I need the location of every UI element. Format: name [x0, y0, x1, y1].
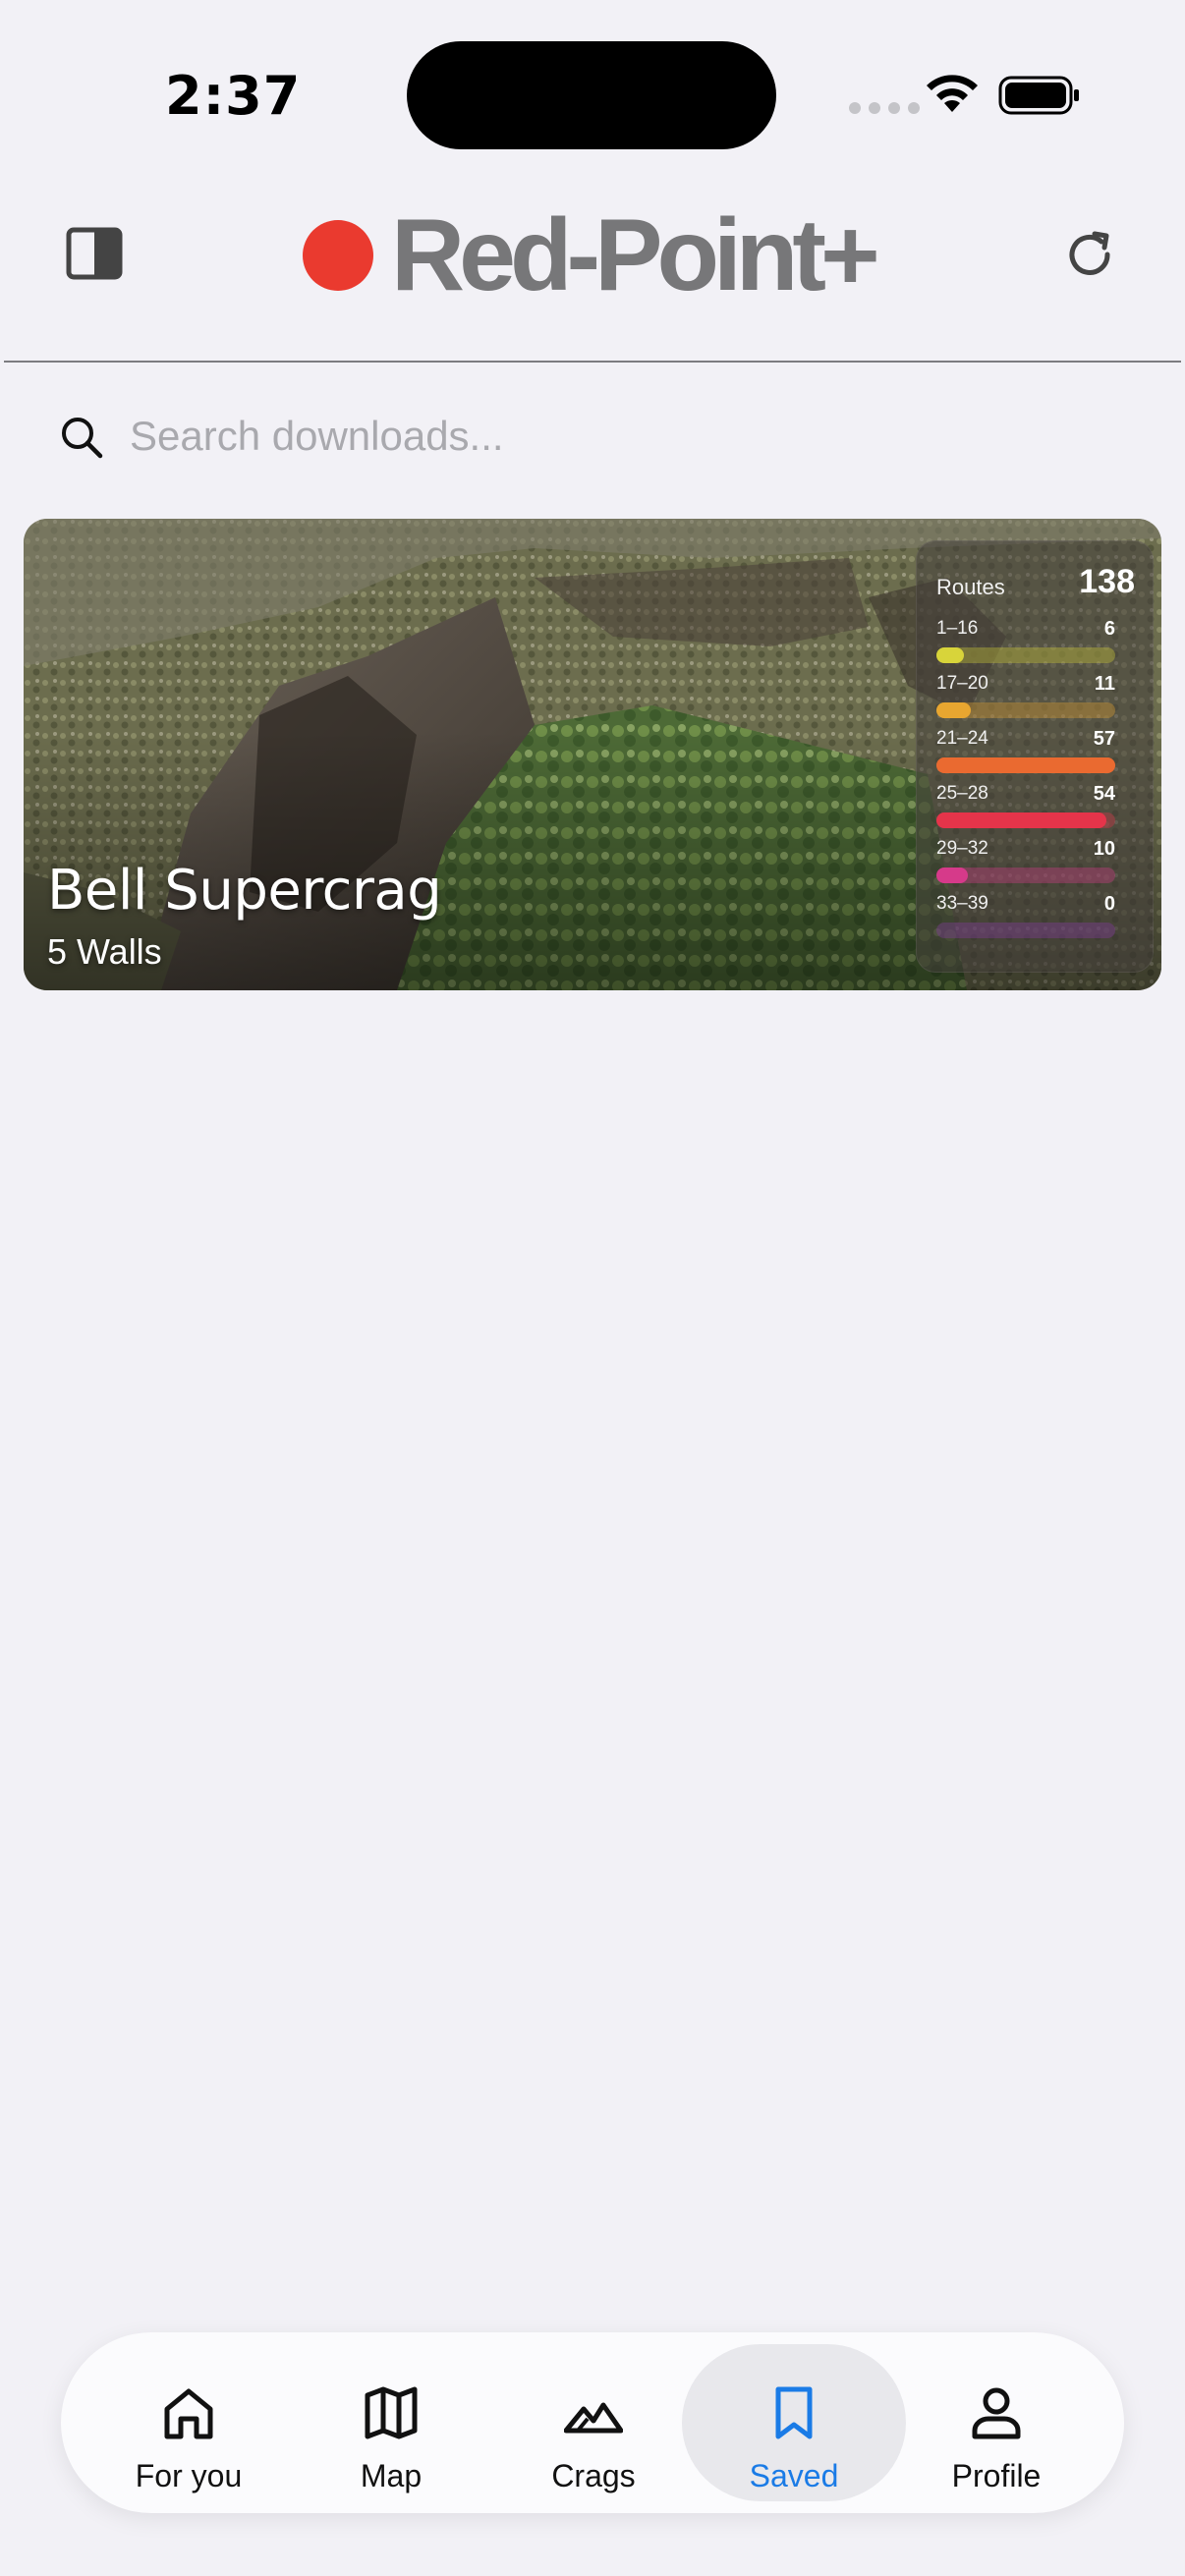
header-divider [4, 361, 1181, 363]
home-icon [164, 2388, 213, 2439]
crag-subtitle: 5 Walls [47, 931, 162, 972]
bookmark-icon [775, 2386, 813, 2439]
cellular-signal-icon [849, 102, 920, 114]
search-icon [62, 418, 103, 459]
logo-dot [303, 220, 373, 291]
mountains-icon [564, 2402, 623, 2434]
refresh-icon[interactable] [1061, 226, 1118, 283]
search-input[interactable] [130, 405, 1014, 468]
person-icon [972, 2387, 1021, 2439]
grade-count: 0 [1103, 893, 1115, 915]
tab-crags[interactable]: Crags [481, 2344, 705, 2501]
grade-row: 21–24 57 [936, 728, 1115, 783]
grade-count: 11 [1094, 673, 1115, 695]
battery-icon [998, 76, 1079, 115]
grade-label: 25–28 [936, 783, 988, 804]
grade-label: 33–39 [936, 893, 988, 914]
routes-label: Routes [936, 575, 1005, 599]
routes-total: 138 [1079, 563, 1135, 600]
grade-row: 33–39 0 [936, 893, 1115, 948]
tab-label: Saved [749, 2458, 839, 2493]
routes-header: Routes 138 [936, 561, 1135, 610]
grade-bar-fill [936, 757, 1115, 773]
grade-label: 21–24 [936, 728, 988, 749]
routes-summary-panel: Routes 138 1–16 6 17–20 11 21–24 57 25–28 54 29–… [916, 540, 1154, 973]
tab-saved[interactable]: Saved [682, 2344, 906, 2501]
grade-row: 1–16 6 [936, 618, 1115, 673]
grade-row: 17–20 11 [936, 673, 1115, 728]
grade-count: 6 [1103, 618, 1115, 640]
grade-bar-track [936, 923, 1115, 938]
grade-count: 57 [1093, 728, 1115, 750]
sidebar-toggle-icon[interactable] [65, 226, 124, 281]
tab-label: Crags [551, 2458, 636, 2493]
tab-label: Profile [951, 2458, 1042, 2493]
grade-bar-fill [936, 702, 971, 718]
grade-bar-fill [936, 868, 968, 883]
downloaded-crag-card[interactable]: Bell Supercrag 5 Walls Routes 138 1–16 6 1… [24, 519, 1161, 990]
grade-row: 25–28 54 [936, 783, 1115, 838]
map-icon [365, 2386, 418, 2439]
crag-title: Bell Supercrag [47, 859, 442, 923]
wifi-icon [927, 75, 978, 112]
tab-map[interactable]: Map [279, 2344, 503, 2501]
grade-count: 10 [1093, 838, 1115, 860]
grade-label: 1–16 [936, 618, 979, 639]
grade-count: 54 [1093, 783, 1115, 805]
app-header: Red-Point+ [0, 147, 1185, 362]
grade-bar-fill [936, 812, 1106, 828]
tab-label: Map [360, 2458, 423, 2493]
grade-bar-fill [936, 647, 964, 663]
dynamic-island [407, 41, 776, 149]
tab-for-you[interactable]: For you [77, 2344, 301, 2501]
grade-row: 29–32 10 [936, 838, 1115, 893]
grade-label: 29–32 [936, 838, 988, 859]
bottom-tab-bar: For you Map Crags Saved Profile [61, 2332, 1124, 2513]
app-logo: Red-Point+ [303, 198, 880, 312]
status-bar: 2:37 [0, 0, 1185, 149]
grade-label: 17–20 [936, 673, 988, 694]
logo-text: Red-Point+ [391, 198, 880, 312]
search-bar[interactable] [59, 405, 1130, 468]
tab-profile[interactable]: Profile [884, 2344, 1108, 2501]
tab-label: For you [135, 2458, 243, 2493]
status-time: 2:37 [165, 65, 302, 127]
